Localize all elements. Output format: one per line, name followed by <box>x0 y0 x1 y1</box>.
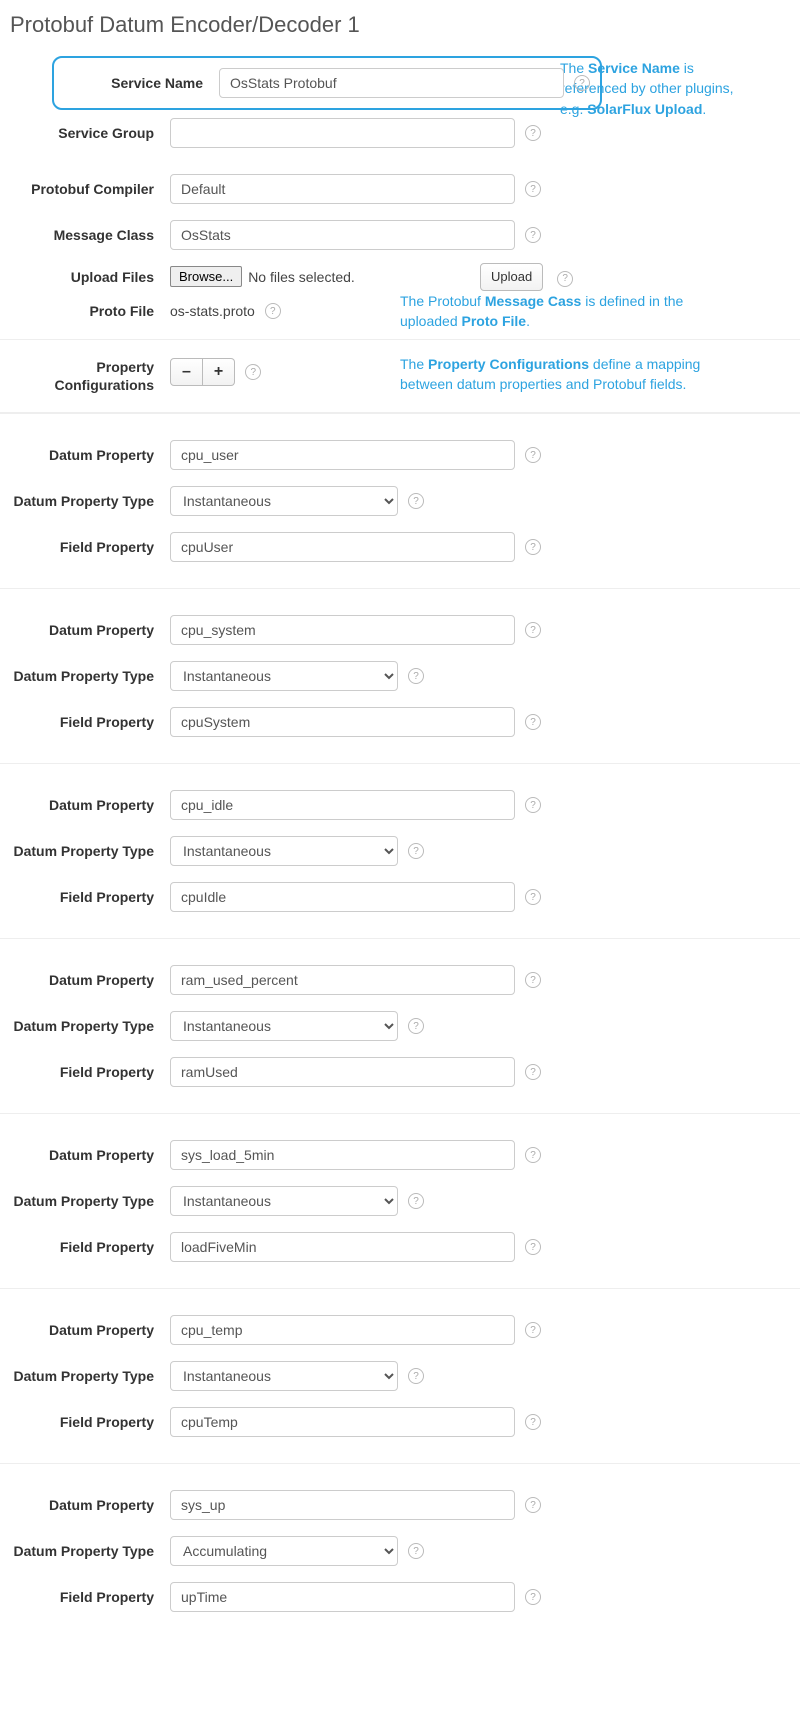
help-icon[interactable]: ? <box>525 447 541 463</box>
help-icon[interactable]: ? <box>525 972 541 988</box>
property-config-block: Datum Property? Datum Property TypeInstan… <box>0 1113 800 1288</box>
help-icon[interactable]: ? <box>525 1589 541 1605</box>
label-datum-property: Datum Property <box>0 1497 170 1513</box>
datum-property-type-select[interactable]: InstantaneousAccumulating <box>170 1011 398 1041</box>
datum-property-type-select[interactable]: InstantaneousAccumulating <box>170 1186 398 1216</box>
label-datum-property-type: Datum Property Type <box>0 493 170 509</box>
browse-button[interactable]: Browse... <box>170 266 242 287</box>
datum-property-input[interactable] <box>170 440 515 470</box>
field-property-input[interactable] <box>170 1582 515 1612</box>
datum-property-type-select[interactable]: InstantaneousAccumulating <box>170 1536 398 1566</box>
no-files-text: No files selected. <box>248 269 355 285</box>
datum-property-type-select[interactable]: InstantaneousAccumulating <box>170 661 398 691</box>
label-datum-property: Datum Property <box>0 1322 170 1338</box>
label-service-name: Service Name <box>54 75 219 91</box>
label-field-property: Field Property <box>0 1064 170 1080</box>
proto-file-value: os-stats.proto <box>170 303 255 319</box>
field-property-input[interactable] <box>170 707 515 737</box>
help-icon[interactable]: ? <box>525 1239 541 1255</box>
add-config-button[interactable]: + <box>203 358 235 386</box>
label-field-property: Field Property <box>0 1414 170 1430</box>
help-icon[interactable]: ? <box>525 1322 541 1338</box>
help-icon[interactable]: ? <box>525 1147 541 1163</box>
help-icon[interactable]: ? <box>408 668 424 684</box>
annotation-property-configs: The Property Configurations define a map… <box>400 354 710 395</box>
label-datum-property: Datum Property <box>0 972 170 988</box>
help-icon[interactable]: ? <box>525 714 541 730</box>
remove-config-button[interactable]: – <box>170 358 203 386</box>
help-icon[interactable]: ? <box>557 271 573 287</box>
label-datum-property-type: Datum Property Type <box>0 1018 170 1034</box>
datum-property-input[interactable] <box>170 615 515 645</box>
help-icon[interactable]: ? <box>525 125 541 141</box>
help-icon[interactable]: ? <box>525 1414 541 1430</box>
datum-property-type-select[interactable]: InstantaneousAccumulating <box>170 1361 398 1391</box>
property-config-block: Datum Property? Datum Property TypeInstan… <box>0 1463 800 1638</box>
label-service-group: Service Group <box>0 125 170 141</box>
label-protobuf-compiler: Protobuf Compiler <box>0 181 170 197</box>
service-group-input[interactable] <box>170 118 515 148</box>
help-icon[interactable]: ? <box>525 889 541 905</box>
label-field-property: Field Property <box>0 1589 170 1605</box>
label-message-class: Message Class <box>0 227 170 243</box>
datum-property-input[interactable] <box>170 1140 515 1170</box>
help-icon[interactable]: ? <box>408 1018 424 1034</box>
label-datum-property: Datum Property <box>0 1147 170 1163</box>
label-property-configs: PropertyConfigurations <box>0 358 170 394</box>
datum-property-input[interactable] <box>170 1315 515 1345</box>
label-datum-property: Datum Property <box>0 447 170 463</box>
page-title: Protobuf Datum Encoder/Decoder 1 <box>0 0 800 52</box>
field-property-input[interactable] <box>170 882 515 912</box>
help-icon[interactable]: ? <box>245 364 261 380</box>
help-icon[interactable]: ? <box>265 303 281 319</box>
label-field-property: Field Property <box>0 714 170 730</box>
label-datum-property-type: Datum Property Type <box>0 843 170 859</box>
label-datum-property-type: Datum Property Type <box>0 668 170 684</box>
label-datum-property-type: Datum Property Type <box>0 1193 170 1209</box>
label-datum-property: Datum Property <box>0 622 170 638</box>
datum-property-input[interactable] <box>170 1490 515 1520</box>
help-icon[interactable]: ? <box>525 181 541 197</box>
datum-property-type-select[interactable]: InstantaneousAccumulating <box>170 836 398 866</box>
label-datum-property: Datum Property <box>0 797 170 813</box>
label-datum-property-type: Datum Property Type <box>0 1543 170 1559</box>
property-config-block: Datum Property? Datum Property TypeInstan… <box>0 413 800 588</box>
field-property-input[interactable] <box>170 532 515 562</box>
property-config-block: Datum Property? Datum Property TypeInstan… <box>0 763 800 938</box>
datum-property-type-select[interactable]: InstantaneousAccumulating <box>170 486 398 516</box>
help-icon[interactable]: ? <box>408 493 424 509</box>
property-config-block: Datum Property? Datum Property TypeInstan… <box>0 938 800 1113</box>
label-proto-file: Proto File <box>0 303 170 319</box>
label-field-property: Field Property <box>0 889 170 905</box>
property-config-block: Datum Property? Datum Property TypeInstan… <box>0 588 800 763</box>
annotation-message-class: The Protobuf Message Cass is defined in … <box>400 291 730 332</box>
help-icon[interactable]: ? <box>525 539 541 555</box>
help-icon[interactable]: ? <box>525 227 541 243</box>
label-datum-property-type: Datum Property Type <box>0 1368 170 1384</box>
help-icon[interactable]: ? <box>408 1368 424 1384</box>
help-icon[interactable]: ? <box>525 1497 541 1513</box>
datum-property-input[interactable] <box>170 965 515 995</box>
service-name-highlight: Service Name ? <box>52 56 602 110</box>
help-icon[interactable]: ? <box>574 75 590 91</box>
field-property-input[interactable] <box>170 1232 515 1262</box>
datum-property-input[interactable] <box>170 790 515 820</box>
field-property-input[interactable] <box>170 1407 515 1437</box>
property-config-block: Datum Property? Datum Property TypeInstan… <box>0 1288 800 1463</box>
service-name-input[interactable] <box>219 68 564 98</box>
upload-button[interactable]: Upload <box>480 263 543 291</box>
label-upload-files: Upload Files <box>0 269 170 285</box>
protobuf-compiler-input[interactable] <box>170 174 515 204</box>
help-icon[interactable]: ? <box>525 797 541 813</box>
help-icon[interactable]: ? <box>525 1064 541 1080</box>
field-property-input[interactable] <box>170 1057 515 1087</box>
help-icon[interactable]: ? <box>408 843 424 859</box>
message-class-input[interactable] <box>170 220 515 250</box>
help-icon[interactable]: ? <box>408 1193 424 1209</box>
help-icon[interactable]: ? <box>408 1543 424 1559</box>
label-field-property: Field Property <box>0 1239 170 1255</box>
help-icon[interactable]: ? <box>525 622 541 638</box>
label-field-property: Field Property <box>0 539 170 555</box>
